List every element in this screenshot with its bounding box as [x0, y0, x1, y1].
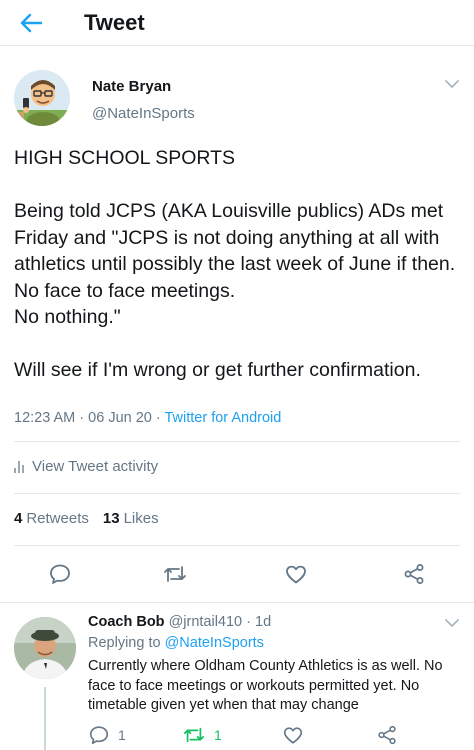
reply-author-name[interactable]: Coach Bob — [88, 614, 165, 630]
activity-label: View Tweet activity — [32, 458, 159, 475]
reply-action-bar: 1 1 — [0, 723, 474, 750]
tweet-author: Nate Bryan @NateInSports — [0, 62, 474, 132]
reply-age: · 1d — [242, 614, 272, 630]
page-title: Tweet — [84, 10, 145, 35]
tweet-source-link[interactable]: Twitter for Android — [164, 410, 281, 426]
share-icon — [404, 564, 424, 584]
retweet-icon — [164, 566, 186, 582]
view-tweet-activity[interactable]: View Tweet activity — [14, 458, 158, 475]
reply-author-handle[interactable]: @jrntail410 — [169, 614, 243, 630]
reply-icon — [89, 726, 109, 745]
likes-count[interactable]: 13 Likes — [103, 510, 159, 527]
tweet-options-button[interactable] — [442, 76, 462, 92]
meta-separator: · — [75, 410, 89, 426]
retweets-number: 4 — [14, 510, 23, 527]
like-icon — [286, 565, 306, 584]
reply-reply-button[interactable]: 1 — [88, 723, 126, 747]
top-bar: Tweet — [0, 0, 474, 46]
meta-separator: · — [151, 410, 165, 426]
replying-prefix: Replying to — [88, 635, 165, 651]
author-handle[interactable]: @NateInSports — [92, 105, 195, 122]
like-button[interactable] — [282, 560, 310, 588]
retweets-label: Retweets — [26, 510, 89, 527]
tweet-meta: 12:23 AM · 06 Jun 20 · Twitter for Andro… — [14, 410, 281, 426]
back-button[interactable] — [14, 9, 48, 37]
tweet-action-bar — [0, 556, 474, 592]
reply-text: Currently where Oldham County Athletics … — [88, 658, 443, 713]
divider — [14, 545, 460, 546]
tweet-date: 06 Jun 20 — [88, 410, 152, 426]
retweets-count[interactable]: 4 Retweets — [14, 510, 89, 527]
avatar-illustration-icon — [14, 70, 70, 126]
reply-reply-count: 1 — [118, 727, 126, 743]
reply-retweet-button[interactable]: 1 — [182, 723, 222, 747]
chevron-down-icon — [445, 619, 459, 627]
chevron-down-icon — [445, 80, 459, 88]
likes-label: Likes — [123, 510, 159, 527]
like-icon — [283, 727, 303, 744]
reply-retweet-count: 1 — [214, 727, 222, 743]
reply-header: Coach Bob @jrntail410 · 1d — [88, 614, 271, 630]
retweet-button[interactable] — [161, 560, 189, 588]
replying-to: Replying to @NateInSports — [88, 635, 264, 651]
tweet-stats: 4 Retweets 13 Likes — [14, 510, 159, 527]
tweet-text: HIGH SCHOOL SPORTS Being told JCPS (AKA … — [14, 147, 456, 381]
author-avatar[interactable] — [14, 70, 70, 126]
retweet-icon — [183, 727, 205, 743]
reply-like-button[interactable] — [282, 723, 304, 747]
reply-avatar[interactable] — [14, 617, 76, 679]
divider — [14, 441, 460, 442]
avatar-photo-icon — [14, 617, 76, 679]
likes-number: 13 — [102, 510, 120, 527]
share-button[interactable] — [400, 560, 428, 588]
reply-button[interactable] — [46, 560, 74, 588]
replying-to-mention[interactable]: @NateInSports — [165, 635, 264, 651]
reply-options-button[interactable] — [442, 615, 462, 631]
tweet-time: 12:23 AM — [14, 410, 76, 426]
divider — [14, 493, 460, 494]
share-icon — [378, 725, 396, 745]
author-name[interactable]: Nate Bryan — [92, 78, 171, 95]
reply-icon — [50, 564, 70, 584]
activity-bars-icon — [14, 460, 24, 473]
reply-share-button[interactable] — [376, 723, 398, 747]
reply-tweet[interactable]: Coach Bob @jrntail410 · 1d Replying to @… — [0, 602, 474, 750]
back-arrow-icon — [20, 13, 42, 33]
